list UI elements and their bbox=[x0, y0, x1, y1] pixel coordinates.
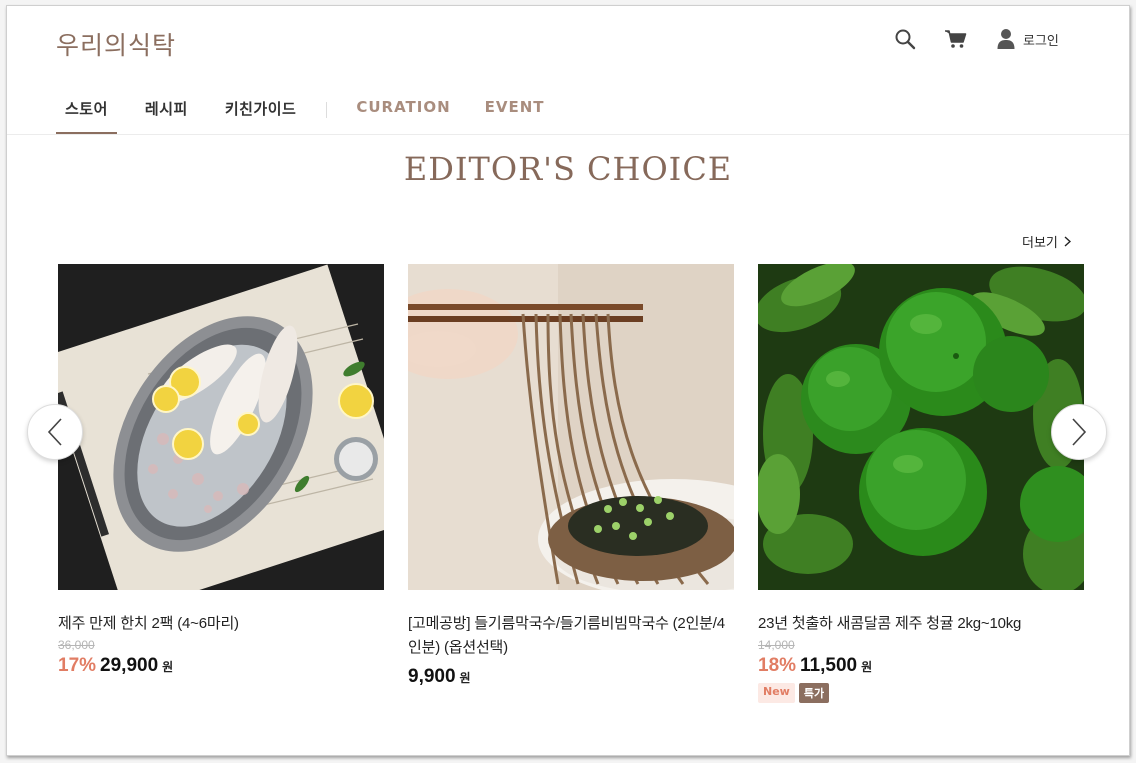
main-nav: 스토어 레시피 키친가이드 CURATION EVENT bbox=[56, 92, 570, 134]
price-unit: 원 bbox=[459, 671, 471, 685]
price-row: 18% 11,500 원 bbox=[758, 655, 1084, 677]
chevron-right-icon bbox=[1064, 236, 1071, 247]
carousel-next-button[interactable] bbox=[1051, 404, 1107, 460]
nav-divider-line bbox=[7, 134, 1129, 135]
carousel-prev-button[interactable] bbox=[27, 404, 83, 460]
price-row: 9,900 원 bbox=[408, 666, 734, 688]
price-row: 17% 29,900 원 bbox=[58, 655, 384, 677]
nav-item-store[interactable]: 스토어 bbox=[56, 92, 117, 134]
original-price: 36,000 bbox=[58, 638, 95, 652]
nav-item-curation[interactable]: CURATION bbox=[347, 92, 459, 134]
section-title: EDITOR'S CHOICE bbox=[403, 150, 733, 188]
product-name[interactable]: 23년 첫출하 새콤달콤 제주 청귤 2kg~10kg bbox=[758, 612, 1084, 636]
site-logo[interactable]: 우리의식탁 bbox=[56, 26, 176, 62]
original-price: 14,000 bbox=[758, 638, 795, 652]
login-label: 로그인 bbox=[1023, 33, 1059, 49]
chevron-left-icon bbox=[47, 418, 62, 446]
special-price-badge: 특가 bbox=[798, 683, 830, 703]
chevron-right-icon bbox=[1072, 418, 1087, 446]
cart-icon bbox=[945, 30, 967, 48]
nav-item-event[interactable]: EVENT bbox=[476, 92, 554, 134]
more-label: 더보기 bbox=[1022, 236, 1058, 251]
nav-item-kitchen-guide[interactable]: 키친가이드 bbox=[216, 92, 306, 134]
nav-divider bbox=[326, 102, 328, 118]
price-unit: 원 bbox=[861, 660, 873, 674]
nav-item-recipe[interactable]: 레시피 bbox=[136, 92, 197, 134]
user-icon bbox=[997, 29, 1015, 49]
product-name[interactable]: [고메공방] 들기름막국수/들기름비빔막국수 (2인분/4인분) (옵션선택) bbox=[408, 612, 734, 660]
sale-price: 29,900 bbox=[100, 655, 159, 676]
discount-rate: 18% bbox=[758, 655, 797, 676]
product-name[interactable]: 제주 만제 한치 2팩 (4~6마리) bbox=[58, 612, 384, 636]
product-card[interactable]: [고메공방] 들기름막국수/들기름비빔막국수 (2인분/4인분) (옵션선택) … bbox=[408, 264, 734, 688]
search-icon bbox=[895, 29, 916, 50]
cart-button[interactable] bbox=[944, 26, 968, 52]
price-unit: 원 bbox=[162, 660, 174, 674]
product-image-squid[interactable] bbox=[58, 264, 384, 590]
search-button[interactable] bbox=[894, 26, 916, 52]
new-badge: New bbox=[758, 683, 795, 703]
product-image-noodles[interactable] bbox=[408, 264, 734, 590]
sale-price: 11,500 bbox=[800, 655, 858, 676]
more-link[interactable]: 더보기 bbox=[1022, 232, 1071, 251]
product-badges: New 특가 bbox=[758, 683, 1084, 703]
product-image-tangerine[interactable] bbox=[758, 264, 1084, 590]
product-card[interactable]: 제주 만제 한치 2팩 (4~6마리) 36,000 17% 29,900 원 bbox=[58, 264, 384, 677]
page-frame: 우리의식탁 로그인 스토어 레시피 키친가이드 CURATION EVENT E… bbox=[6, 5, 1130, 756]
discount-rate: 17% bbox=[58, 655, 97, 676]
login-button[interactable]: 로그인 bbox=[997, 26, 1059, 52]
sale-price: 9,900 bbox=[408, 666, 456, 687]
product-card[interactable]: 23년 첫출하 새콤달콤 제주 청귤 2kg~10kg 14,000 18% 1… bbox=[758, 264, 1084, 703]
